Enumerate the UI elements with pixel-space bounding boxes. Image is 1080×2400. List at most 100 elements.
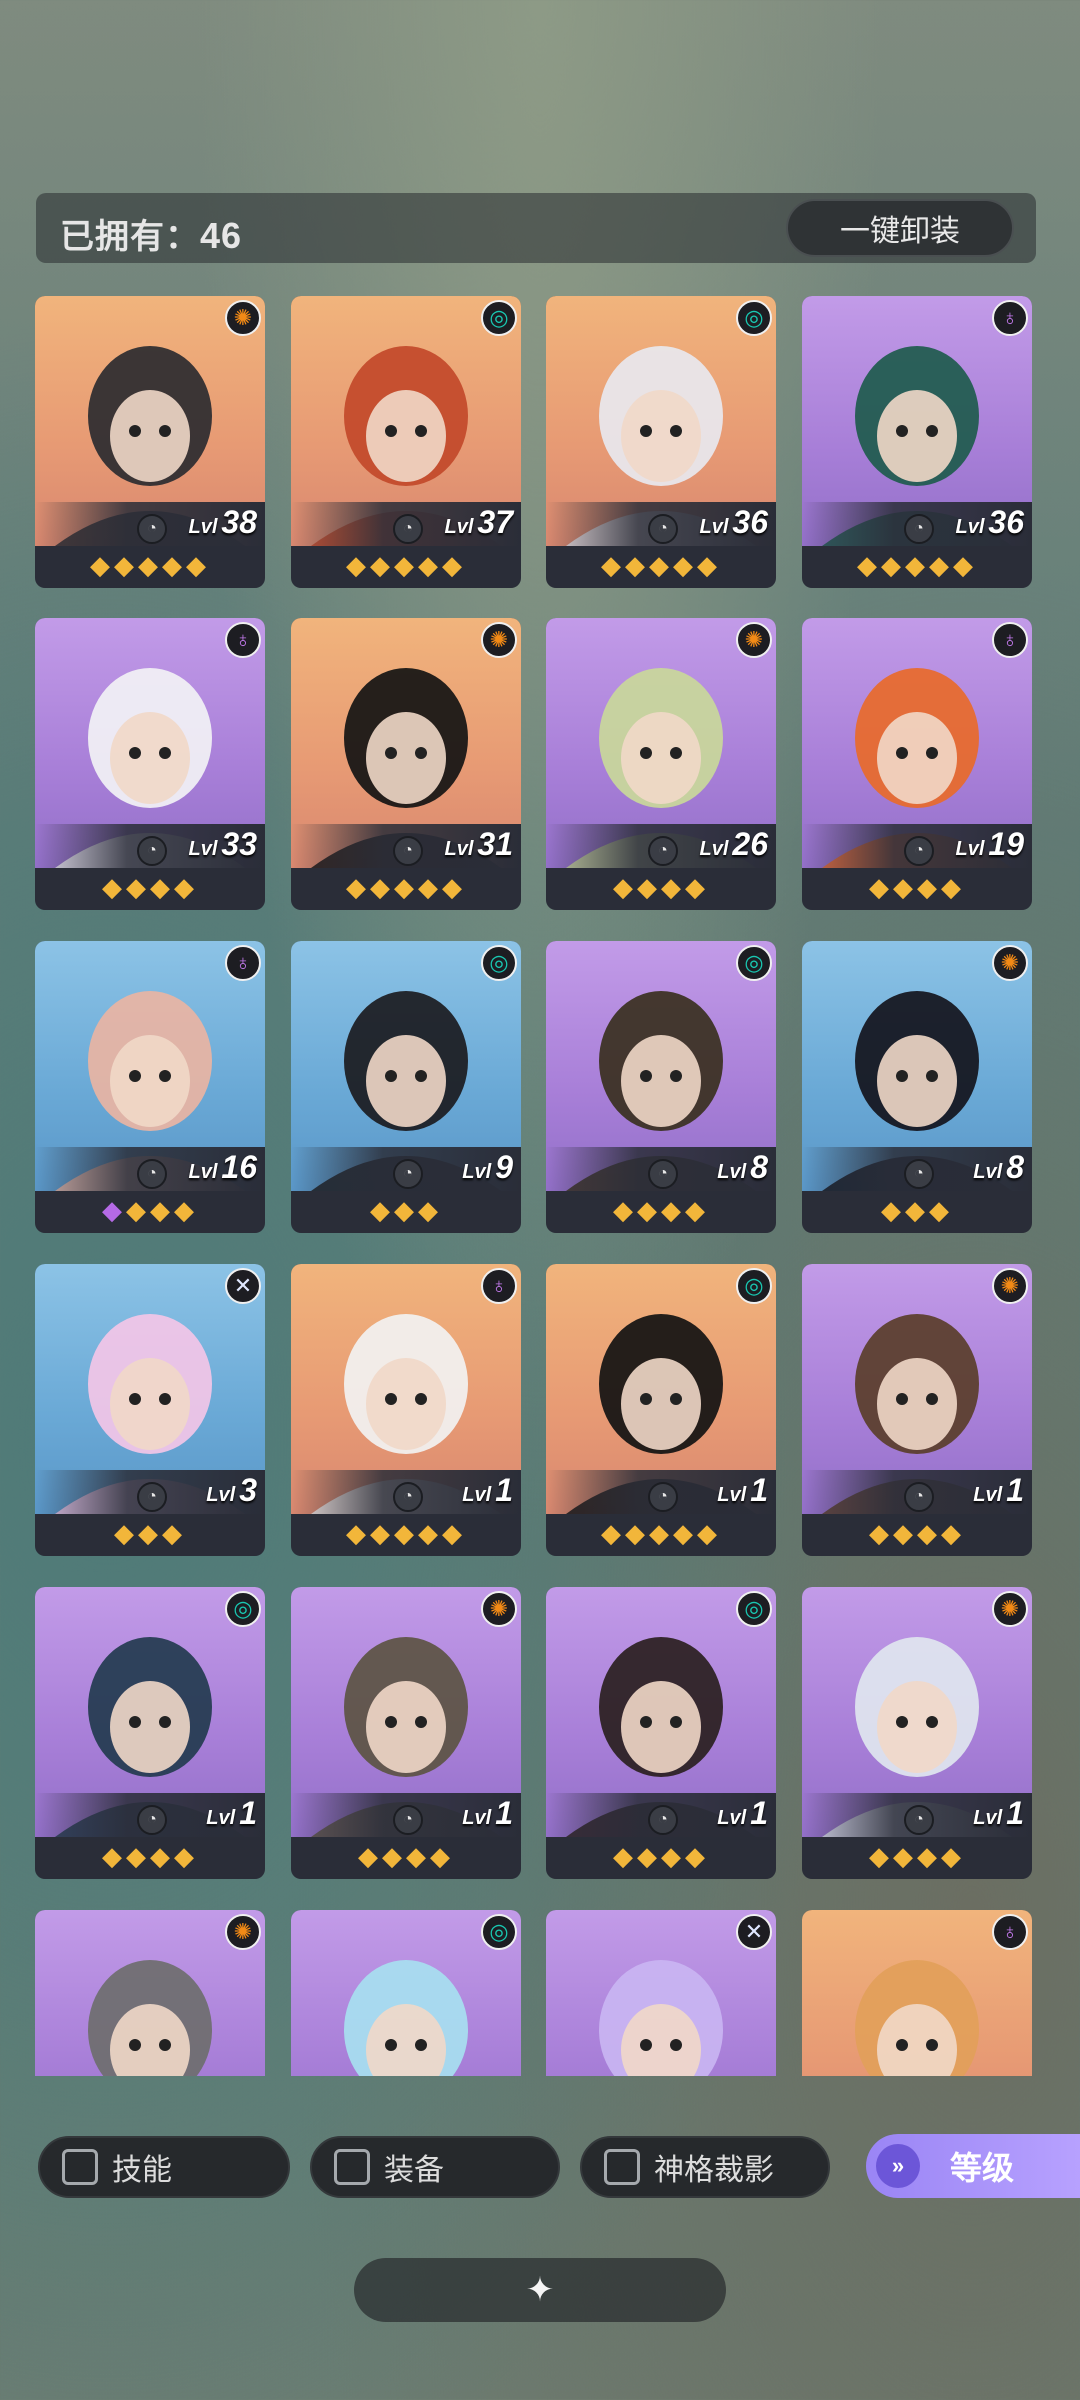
star-icon: ◆: [893, 1518, 917, 1548]
collapse-button[interactable]: ✦: [354, 2258, 726, 2322]
unequip-all-button[interactable]: 一键卸装: [786, 199, 1014, 257]
spiral-icon: ◎: [481, 300, 517, 336]
star-icon: ◆: [358, 1841, 382, 1871]
star-icon: ◆: [685, 1195, 709, 1225]
hero-card[interactable]: ◔ Lvl 8 ◆◆◆◆ ◎: [546, 941, 776, 1233]
cross-icon: ✕: [225, 1268, 261, 1304]
star-icon: ◆: [90, 550, 114, 580]
hero-card[interactable]: ◔ Lvl 1 ◆◆◆◆◆ ◎: [546, 1264, 776, 1556]
star-icon: ◆: [174, 1195, 198, 1225]
level-progress-icon: ◔: [648, 1482, 678, 1512]
hero-card[interactable]: ◎: [291, 1910, 521, 2076]
hero-card[interactable]: ♁: [802, 1910, 1032, 2076]
star-icon: ◆: [917, 872, 941, 902]
hero-card[interactable]: ◔ Lvl 38 ◆◆◆◆◆ ✺: [35, 296, 265, 588]
cross-icon: ✕: [736, 1914, 772, 1950]
star-icon: ◆: [174, 872, 198, 902]
hero-card[interactable]: ◔ Lvl 1 ◆◆◆◆◆ ♁: [291, 1264, 521, 1556]
hero-card[interactable]: ◔ Lvl 36 ◆◆◆◆◆ ◎: [546, 296, 776, 588]
star-rating: ◆◆◆: [802, 1195, 1032, 1229]
star-icon: ◆: [370, 1195, 394, 1225]
star-icon: ◆: [126, 1195, 150, 1225]
star-rating: ◆◆◆◆◆: [546, 1518, 776, 1552]
flame-icon: ♁: [992, 300, 1028, 336]
star-icon: ◆: [649, 1518, 673, 1548]
hero-level: Lvl 36: [699, 504, 769, 540]
star-icon: ◆: [126, 872, 150, 902]
hero-card[interactable]: ◔ Lvl 26 ◆◆◆◆ ✺: [546, 618, 776, 910]
hero-card[interactable]: ◔ Lvl 1 ◆◆◆◆ ✺: [802, 1264, 1032, 1556]
star-icon: ◆: [442, 1518, 466, 1548]
hero-card[interactable]: ◔ Lvl 3 ◆◆◆ ✕: [35, 1264, 265, 1556]
star-icon: ◆: [613, 1841, 637, 1871]
level-progress-icon: ◔: [393, 836, 423, 866]
sun-icon: ✺: [992, 1591, 1028, 1627]
star-icon: ◆: [881, 550, 905, 580]
hero-card[interactable]: ◔ Lvl 31 ◆◆◆◆◆ ✺: [291, 618, 521, 910]
star-icon: ◆: [869, 872, 893, 902]
star-icon: ◆: [346, 872, 370, 902]
equipment-checkbox[interactable]: [334, 2149, 370, 2185]
filter-equipment[interactable]: 装备: [310, 2136, 560, 2198]
star-icon: ◆: [637, 1841, 661, 1871]
star-icon: ◆: [430, 1841, 454, 1871]
hero-level: Lvl 9: [462, 1149, 513, 1185]
star-icon: ◆: [150, 1195, 174, 1225]
star-icon: ◆: [162, 1518, 186, 1548]
star-rating: ◆◆◆◆: [546, 1841, 776, 1875]
hero-level: Lvl 1: [717, 1472, 768, 1508]
star-icon: ◆: [114, 1518, 138, 1548]
filter-divinity[interactable]: 神格裁影: [580, 2136, 830, 2198]
hero-level: Lvl 19: [955, 826, 1025, 862]
filter-skill[interactable]: 技能: [38, 2136, 290, 2198]
star-icon: ◆: [138, 1518, 162, 1548]
skill-checkbox[interactable]: [62, 2149, 98, 2185]
level-progress-icon: ◔: [648, 1805, 678, 1835]
level-progress-icon: ◔: [904, 836, 934, 866]
hero-card[interactable]: ◔ Lvl 33 ◆◆◆◆ ♁: [35, 618, 265, 910]
hero-card[interactable]: ✕: [546, 1910, 776, 2076]
diamond-cluster-icon: ✦: [525, 2271, 555, 2309]
star-icon: ◆: [394, 872, 418, 902]
star-rating: ◆◆◆◆: [546, 1195, 776, 1229]
star-icon: ◆: [370, 1518, 394, 1548]
hero-card[interactable]: ◔ Lvl 9 ◆◆◆ ◎: [291, 941, 521, 1233]
star-rating: ◆◆◆◆: [802, 1841, 1032, 1875]
spiral-icon: ◎: [736, 300, 772, 336]
level-progress-icon: ◔: [393, 1159, 423, 1189]
star-icon: ◆: [893, 1841, 917, 1871]
hero-card[interactable]: ◔ Lvl 19 ◆◆◆◆ ♁: [802, 618, 1032, 910]
sort-by-level-button[interactable]: » 等级: [866, 2134, 1080, 2198]
star-icon: ◆: [697, 550, 721, 580]
star-icon: ◆: [905, 1195, 929, 1225]
hero-card[interactable]: ◔ Lvl 36 ◆◆◆◆◆ ♁: [802, 296, 1032, 588]
star-icon: ◆: [418, 1518, 442, 1548]
star-icon: ◆: [661, 872, 685, 902]
hero-card[interactable]: ◔ Lvl 1 ◆◆◆◆ ◎: [546, 1587, 776, 1879]
hero-level: Lvl 1: [973, 1472, 1024, 1508]
star-icon: ◆: [150, 1841, 174, 1871]
level-progress-icon: ◔: [393, 1805, 423, 1835]
owned-count: 已拥有：46: [60, 215, 243, 256]
level-progress-icon: ◔: [904, 1805, 934, 1835]
star-rating: ◆◆◆◆◆: [291, 1518, 521, 1552]
star-icon: ◆: [394, 1518, 418, 1548]
star-icon: ◆: [869, 1518, 893, 1548]
hero-card[interactable]: ◔ Lvl 37 ◆◆◆◆◆ ◎: [291, 296, 521, 588]
star-rating: ◆◆◆◆: [802, 1518, 1032, 1552]
hero-card[interactable]: ✺: [35, 1910, 265, 2076]
hero-card[interactable]: ◔ Lvl 1 ◆◆◆◆ ◎: [35, 1587, 265, 1879]
star-icon: ◆: [649, 550, 673, 580]
hero-level: Lvl 31: [444, 826, 514, 862]
hero-card[interactable]: ◔ Lvl 1 ◆◆◆◆ ✺: [802, 1587, 1032, 1879]
star-rating: ◆◆◆: [35, 1518, 265, 1552]
hero-card[interactable]: ◔ Lvl 8 ◆◆◆ ✺: [802, 941, 1032, 1233]
hero-card[interactable]: ◔ Lvl 1 ◆◆◆◆ ✺: [291, 1587, 521, 1879]
hero-card[interactable]: ◔ Lvl 16 ◆◆◆◆ ♁: [35, 941, 265, 1233]
star-icon: ◆: [406, 1841, 430, 1871]
star-icon: ◆: [102, 872, 126, 902]
star-rating: ◆◆◆◆◆: [291, 872, 521, 906]
flame-icon: ♁: [481, 1268, 517, 1304]
level-progress-icon: ◔: [137, 514, 167, 544]
divinity-checkbox[interactable]: [604, 2149, 640, 2185]
